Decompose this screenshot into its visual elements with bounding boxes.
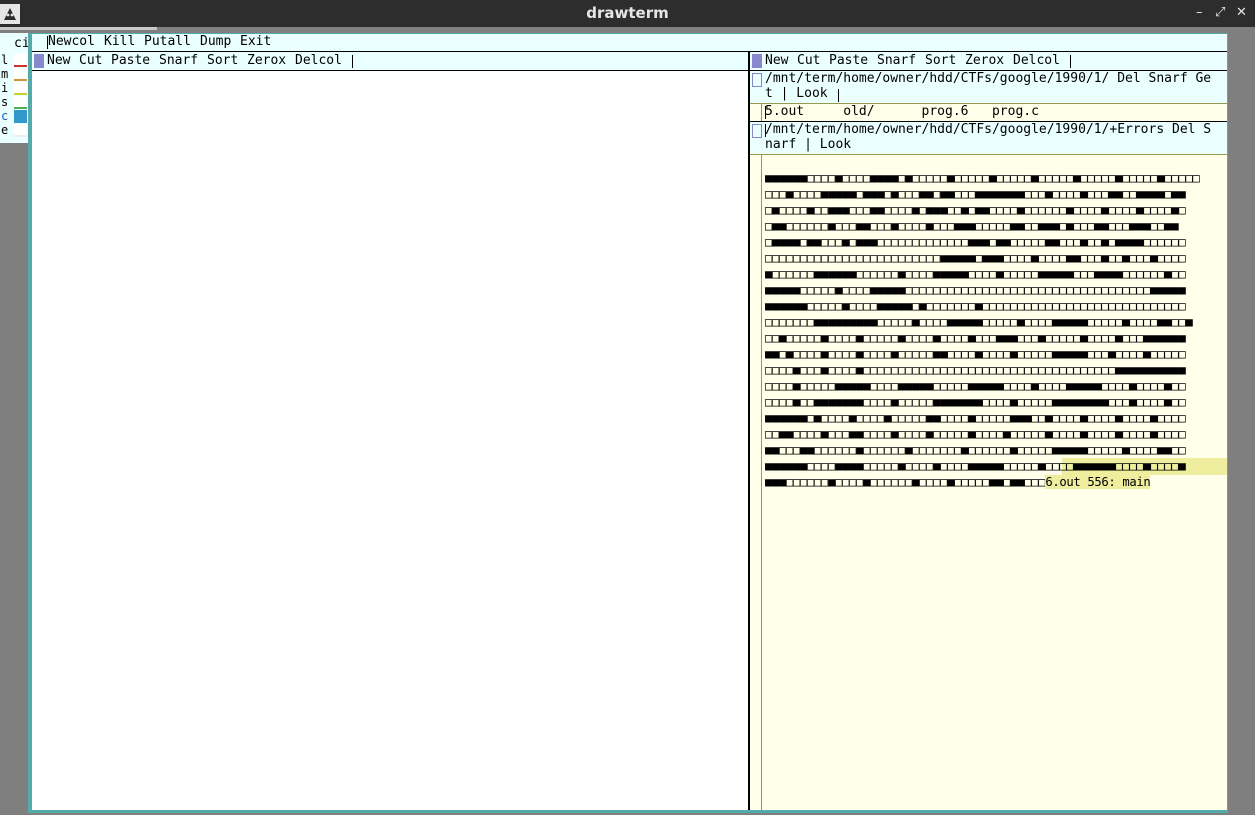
window-title: drawterm — [586, 4, 669, 22]
output-blocks: ■■■□□□□□□■□□□□■□□□□□□■□□□□■□□□□□■■□■■□□□ — [765, 475, 1046, 489]
paste-command[interactable]: Paste — [111, 53, 150, 69]
errors-window-tag[interactable]: /mnt/term/home/owner/hdd/CTFs/google/199… — [750, 122, 1227, 154]
dir-listing[interactable]: 5.out old/ prog.6 prog.c — [765, 104, 1039, 120]
output-line: □■■□□□□□□■□□□■■□□□■□□□□■□□□■■■□□□□□■■□□■… — [765, 219, 1179, 233]
bg-row-letter: l — [1, 53, 9, 67]
dump-command[interactable]: Dump — [200, 34, 231, 50]
title-bar: drawterm – ⤢ ✕ — [0, 0, 1255, 27]
delcol-command[interactable]: Delcol — [1013, 53, 1060, 69]
output-line: ■■■■■■□□□□■□□□□■■■■□■□□□□□■□□□□□■□□□□□■□… — [765, 171, 1200, 185]
output-line: □□□□■□□■■■■■■■□□□□■□□□□□■■■■■■■□□□□■□□□□… — [765, 395, 1186, 409]
column-1-body[interactable] — [32, 71, 748, 810]
output-line: ■■■■■■□□□□□■□□□□■■■■■□■□□□□□□□■□□□□□□□□□… — [765, 299, 1186, 313]
output-line: ■■□■□□□□■□□□□■□□□□■□□□□□■■□□□□■□□□□■□□□□… — [765, 347, 1186, 361]
output-line: □□■□□□□□■□□□□■□□□□□■□□□□■□□□□■□□□■■■□□□■… — [765, 331, 1186, 345]
bg-row-letter: e — [1, 123, 9, 137]
bg-row-swatch — [14, 82, 27, 95]
sort-command[interactable]: Sort — [207, 53, 238, 69]
errors-window-scrollbar[interactable] — [750, 155, 762, 810]
output-line: □■■■■□■■□□□■□■■■□□□□□□□□□□□□□■■■□■■□□□□□… — [765, 235, 1186, 249]
newcol-command[interactable]: Newcol — [48, 34, 95, 50]
text-cursor — [352, 55, 353, 68]
output-line: □□□□■□□□□□■■■■■□□□□■■■■■□□□□□■■■■■□□□□■□… — [765, 379, 1186, 393]
bg-row-swatch — [14, 96, 27, 109]
row-tag[interactable]: Newcol Kill Putall Dump Exit — [32, 34, 1227, 51]
bg-row-letter: c — [1, 109, 9, 123]
bg-row-swatch — [14, 110, 27, 123]
output-line: □□■■□□□□■□□□■■□□□□■□□□□■□□□□□■□□□□■□□□□□… — [765, 427, 1186, 441]
kill-command[interactable]: Kill — [104, 34, 135, 50]
errors-window-tag-continued[interactable]: narf | Look — [765, 137, 851, 153]
dir-window-tag-continued[interactable]: t | Look — [765, 86, 828, 102]
errors-window-handle[interactable] — [752, 124, 762, 138]
text-cursor — [1070, 55, 1071, 68]
bg-row-letter: m — [1, 67, 9, 81]
dir-window-scrollbar[interactable] — [750, 104, 762, 122]
bg-row-letter: i — [1, 81, 9, 95]
output-line: □□□□□□□■■■■■■■■■□□□□□■□□□□■■■■■□□□□□■□□□… — [765, 315, 1193, 329]
errors-window-path[interactable]: /mnt/term/home/owner/hdd/CTFs/google/199… — [765, 122, 1211, 138]
output-line: □□□■□□□□■■■■■□■■■□■□□□■■□■■□□□■■■■■■■□□□… — [765, 187, 1186, 201]
exit-command[interactable]: Exit — [240, 34, 271, 50]
delcol-command[interactable]: Delcol — [295, 53, 342, 69]
output-line: □□□□□□□□□□□□□□□□□□□□□□□□□■■■■■□■■■□□□□■□… — [765, 251, 1186, 265]
selected-text[interactable]: 6.out 556: main — [1045, 475, 1151, 489]
close-icon[interactable]: ✕ — [1236, 5, 1247, 20]
snarf-command[interactable]: Snarf — [159, 53, 198, 69]
output-line: □□□□■□□□■□□□□■□□□□□□□□□□□□□□□□□□□□□□□□□□… — [765, 363, 1186, 377]
column-1-handle[interactable] — [34, 54, 44, 68]
putall-command[interactable]: Putall — [144, 34, 191, 50]
cut-command[interactable]: Cut — [797, 53, 820, 69]
output-line: ■■■■■□□□□□■□□□□■■■■■□□□□□□□□□□□□□□□□□□□□… — [765, 283, 1186, 297]
text-cursor — [765, 124, 766, 137]
dir-window-handle[interactable] — [752, 73, 762, 87]
text-cursor — [838, 89, 839, 102]
minimize-icon[interactable]: – — [1196, 5, 1203, 20]
output-line: ■■■■■■□■□□□□■□□□□■□□□□□■■□□□□■□□□□□■■■□□… — [765, 411, 1186, 425]
new-command[interactable]: New — [47, 53, 70, 69]
bg-row-swatch — [14, 54, 27, 67]
sort-command[interactable]: Sort — [925, 53, 956, 69]
zerox-command[interactable]: Zerox — [247, 53, 286, 69]
snarf-command[interactable]: Snarf — [877, 53, 916, 69]
output-line: ■■■■■■□□□□■■■■□□□□□■□□□□■□□□□■■■■■□□□□□■… — [765, 459, 1186, 473]
paste-command[interactable]: Paste — [829, 53, 868, 69]
column-2-tag[interactable]: New Cut Paste Snarf Sort Zerox Delcol — [750, 52, 1227, 70]
bg-row-letter: s — [1, 95, 9, 109]
zerox-command[interactable]: Zerox — [965, 53, 1004, 69]
cut-command[interactable]: Cut — [79, 53, 102, 69]
column-1-tag[interactable]: New Cut Paste Snarf Sort Zerox Delcol — [32, 52, 748, 70]
dir-window-tag[interactable]: /mnt/term/home/owner/hdd/CTFs/google/199… — [750, 71, 1227, 103]
bg-row-swatch — [14, 68, 27, 81]
bg-row-swatch — [14, 124, 27, 137]
errors-output[interactable]: ■■■■■■□□□□■□□□□■■■■□■□□□□□■□□□□□■□□□□□■□… — [765, 154, 1225, 506]
dir-window-path[interactable]: /mnt/term/home/owner/hdd/CTFs/google/199… — [765, 71, 1211, 87]
text-cursor — [765, 106, 766, 119]
output-line: □■□□□□■□□■■■□□□■■□□□□■□■■■□□■□■■□□□□■□□□… — [765, 203, 1186, 217]
output-line: ■□□□□□□■■■■■■□□□□□□■□□□□■■■■■□□□□■□□□□□■… — [765, 267, 1186, 281]
column-2-handle[interactable] — [752, 54, 762, 68]
output-line: ■■□□□■■□□□□□□■□□□□□□■□□□□□□□■□□□□□□■□□□□… — [765, 443, 1186, 457]
new-command[interactable]: New — [765, 53, 788, 69]
output-line-last: ■■■□□□□□□■□□□□■□□□□□□■□□□□■□□□□□■■□■■□□□… — [765, 474, 1225, 490]
maximize-icon[interactable]: ⤢ — [1215, 5, 1225, 20]
